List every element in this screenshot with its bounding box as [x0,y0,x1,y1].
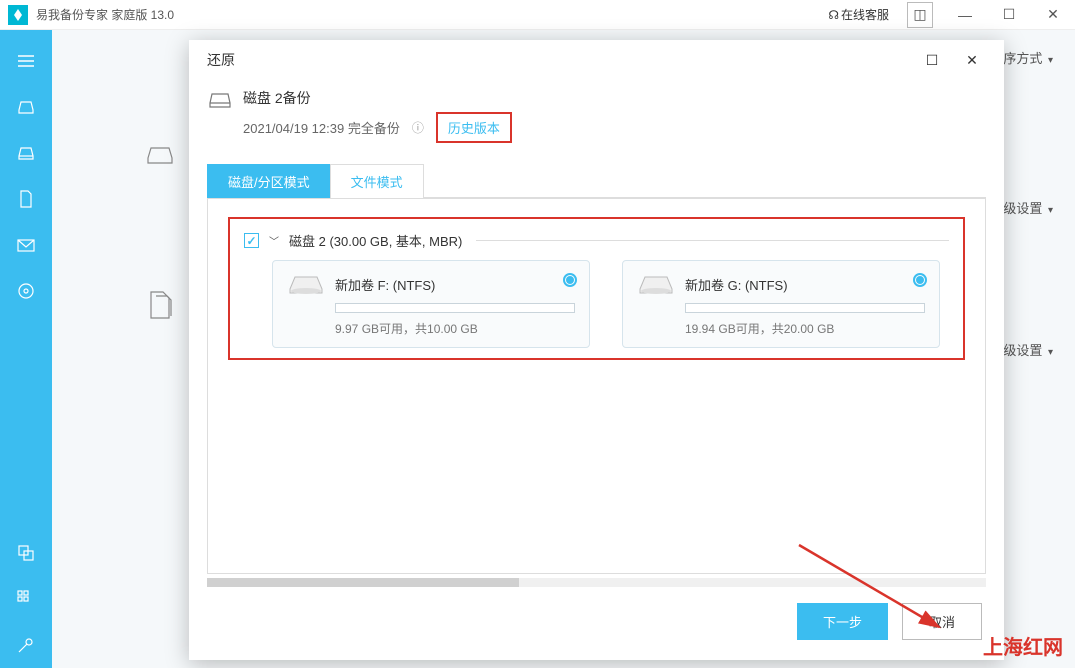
app-title: 易我备份专家 家庭版 13.0 [36,6,822,23]
partition-f-usage: 9.97 GB可用，共10.00 GB [335,320,577,337]
sidebar-menu[interactable] [0,38,52,84]
dialog-title: 还原 [201,50,912,70]
support-link[interactable]: ☊在线客服 [822,3,895,26]
restore-dialog: 还原 ☐ ✕ 磁盘 2备份 2021/04/19 12:39 完全备份 ⓘ 历史… [189,40,1004,660]
tab-disk-mode[interactable]: 磁盘/分区模式 [207,164,331,198]
partition-g-name: 新加卷 G: (NTFS) [685,275,788,294]
partition-g-usage: 19.94 GB可用，共20.00 GB [685,320,927,337]
minimize-button[interactable]: — [943,0,987,30]
volume-icon [287,271,325,297]
dialog-footer: 下一步 取消 [189,587,1004,660]
sidebar-system-backup[interactable] [0,130,52,176]
bg-file-icon-2 [140,285,180,325]
main: ⇅ 排序方式 ▾ 高级设置 ▾ 高级设置 ▾ 还原 ☐ ✕ [0,30,1075,668]
support-text: 在线客服 [841,8,889,22]
sidebar-file-backup[interactable] [0,176,52,222]
divider [476,240,949,241]
partition-g-head: 新加卷 G: (NTFS) [637,271,927,297]
sidebar [0,30,52,668]
disk-group-label: 磁盘 2 (30.00 GB, 基本, MBR) [289,231,462,250]
headset-icon: ☊ [828,8,839,22]
partition-f-name: 新加卷 F: (NTFS) [335,275,435,294]
sidebar-clone[interactable] [0,530,52,576]
highlight-box: ﹀ 磁盘 2 (30.00 GB, 基本, MBR) 新加卷 F: (NTFS) [228,217,965,360]
partition-f-head: 新加卷 F: (NTFS) [287,271,577,297]
sidebar-smart-backup[interactable] [0,268,52,314]
sidebar-settings[interactable] [0,622,52,668]
partition-f-bar [335,303,575,313]
backup-name: 磁盘 2备份 [243,88,512,108]
app-icon [8,5,28,25]
sidebar-mail-backup[interactable] [0,222,52,268]
disk-group-header: ﹀ 磁盘 2 (30.00 GB, 基本, MBR) [244,231,949,250]
partitions: 新加卷 F: (NTFS) 9.97 GB可用，共10.00 GB [272,260,949,348]
cancel-button[interactable]: 取消 [902,603,982,640]
titlebar-right: ☊在线客服 ◫ — ☐ ✕ [822,0,1075,29]
backup-meta: 2021/04/19 12:39 完全备份 ⓘ 历史版本 [243,112,512,143]
disk-group-checkbox[interactable] [244,233,259,248]
partition-card-f[interactable]: 新加卷 F: (NTFS) 9.97 GB可用，共10.00 GB [272,260,590,348]
tab-file-mode[interactable]: 文件模式 [330,164,424,198]
mode-tabs: 磁盘/分区模式 文件模式 [207,163,986,198]
maximize-button[interactable]: ☐ [987,0,1031,30]
dialog-maximize[interactable]: ☐ [912,40,952,80]
backup-info-text: 磁盘 2备份 2021/04/19 12:39 完全备份 ⓘ 历史版本 [243,88,512,143]
gift-button[interactable]: ◫ [907,2,933,28]
bg-disk-icon-1 [140,135,180,175]
partition-f-radio[interactable] [563,273,577,287]
horizontal-scrollbar[interactable] [207,578,986,587]
sidebar-tools[interactable] [0,576,52,622]
sidebar-disk-backup[interactable] [0,84,52,130]
title-bar: 易我备份专家 家庭版 13.0 ☊在线客服 ◫ — ☐ ✕ [0,0,1075,30]
disk-panel: ﹀ 磁盘 2 (30.00 GB, 基本, MBR) 新加卷 F: (NTFS) [207,198,986,574]
partition-card-g[interactable]: 新加卷 G: (NTFS) 19.94 GB可用，共20.00 GB [622,260,940,348]
close-button[interactable]: ✕ [1031,0,1075,30]
history-versions-link[interactable]: 历史版本 [436,112,512,143]
volume-icon [637,271,675,297]
backup-time: 2021/04/19 12:39 完全备份 [243,118,400,137]
content-area: ⇅ 排序方式 ▾ 高级设置 ▾ 高级设置 ▾ 还原 ☐ ✕ [52,30,1075,668]
partition-g-bar [685,303,925,313]
next-button[interactable]: 下一步 [797,603,888,640]
dialog-close[interactable]: ✕ [952,40,992,80]
backup-info: 磁盘 2备份 2021/04/19 12:39 完全备份 ⓘ 历史版本 [189,80,1004,163]
partition-g-radio[interactable] [913,273,927,287]
disk-icon [207,90,233,110]
scrollbar-thumb[interactable] [207,578,519,587]
dialog-header: 还原 ☐ ✕ [189,40,1004,80]
watermark: 上海红网 [983,631,1063,660]
chevron-down-icon[interactable]: ﹀ [269,233,279,248]
info-icon[interactable]: ⓘ [412,119,424,136]
